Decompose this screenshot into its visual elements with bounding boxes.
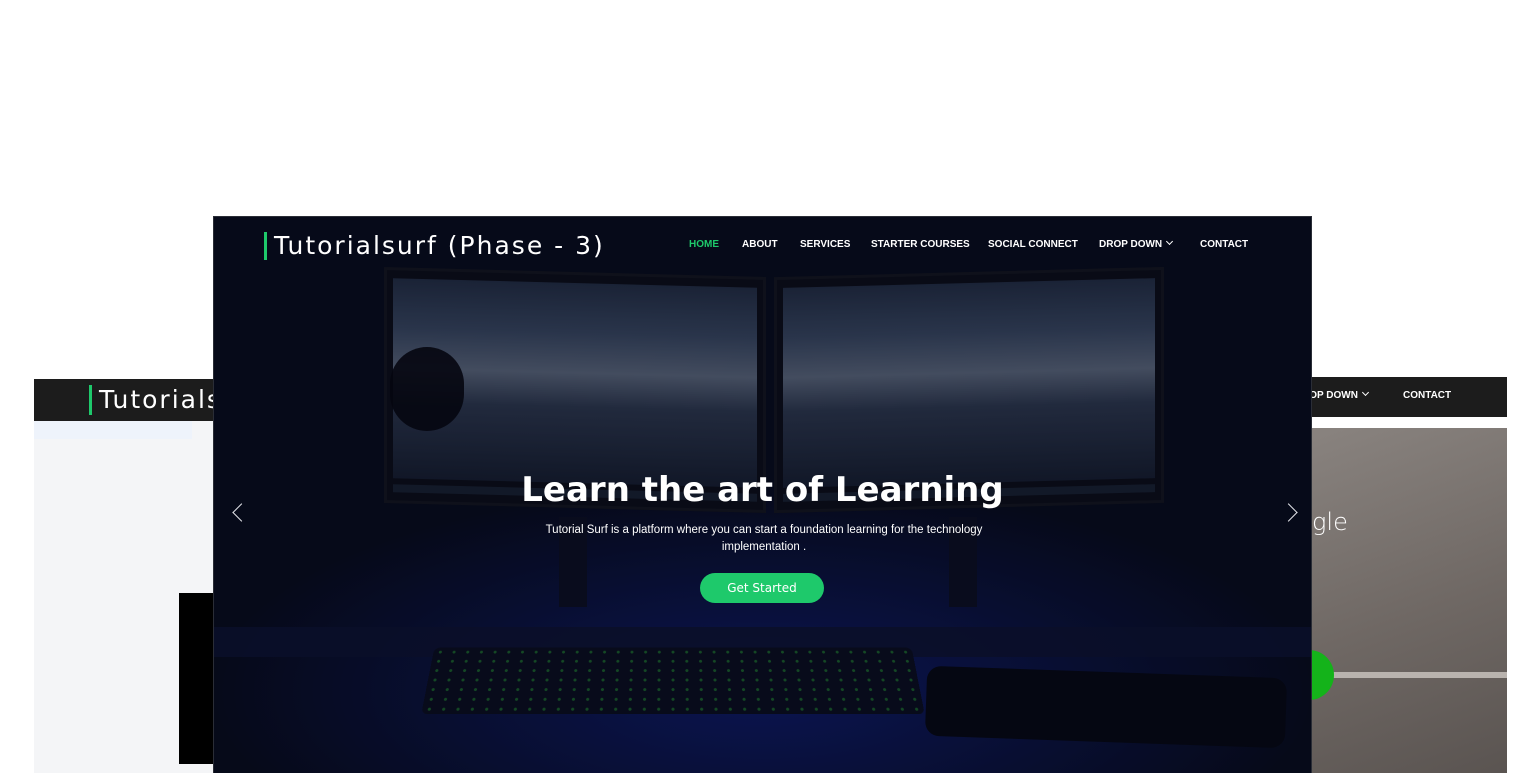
site-logo[interactable]: Tutorialsurf (Phase - 3) — [264, 232, 605, 260]
right-card-partial-heading: gle — [1312, 508, 1348, 536]
nav-social-connect[interactable]: SOCIAL CONNECT — [988, 239, 1078, 250]
nav-home[interactable]: HOME — [689, 239, 719, 250]
right-card-navbar: ROP DOWN CONTACT — [1290, 377, 1507, 417]
nav-drop-down-label: DROP DOWN — [1099, 239, 1163, 250]
nav-drop-down[interactable]: DROP DOWN — [1099, 237, 1174, 250]
nav-about[interactable]: ABOUT — [742, 239, 778, 250]
left-card-brand: Tutorials — [89, 385, 222, 415]
hero-subtitle: Tutorial Surf is a platform where you ca… — [545, 523, 983, 554]
hero-title: Learn the art of Learning — [521, 469, 1004, 510]
nav-starter-courses[interactable]: STARTER COURSES — [871, 239, 970, 250]
nav-services[interactable]: SERVICES — [800, 239, 850, 250]
get-started-button[interactable]: Get Started — [700, 573, 824, 603]
chevron-down-icon — [1166, 237, 1174, 246]
chevron-down-icon — [1361, 388, 1369, 397]
nav-contact[interactable]: CONTACT — [1200, 239, 1248, 250]
right-card-photo: gle — [1290, 428, 1507, 773]
right-card-nav-contact: CONTACT — [1403, 390, 1452, 401]
right-card-nav-dropdown: ROP DOWN — [1302, 388, 1369, 401]
site-header: Tutorialsurf (Phase - 3) HOME ABOUT SERV… — [214, 217, 1311, 277]
hero-section: Tutorialsurf (Phase - 3) HOME ABOUT SERV… — [214, 217, 1311, 773]
left-card-strip — [34, 421, 192, 439]
background-card-right: ROP DOWN CONTACT gle — [1290, 377, 1507, 773]
